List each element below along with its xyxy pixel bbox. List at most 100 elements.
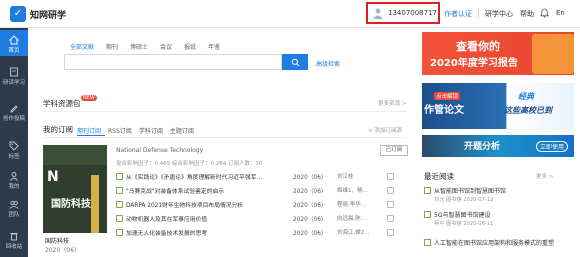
recent-meta: 刘元 图书馆 2020-07-12	[434, 197, 494, 203]
article-author: 程晓,李华...	[337, 202, 366, 208]
sidebar-item-study[interactable]: 研读学习	[0, 64, 28, 92]
document-icon	[116, 186, 123, 194]
logo-icon: ✓	[10, 6, 26, 22]
divider	[43, 111, 407, 112]
article-issue: 2020（06）	[293, 174, 327, 181]
document-icon	[116, 200, 123, 208]
sidebar-item-team[interactable]: 团队	[0, 196, 28, 220]
tab-yearbooks[interactable]: 年鉴	[208, 42, 220, 51]
bell-icon[interactable]	[540, 8, 549, 18]
help-link[interactable]: 帮助	[520, 9, 534, 19]
subscribed-button[interactable]: 已订阅	[380, 145, 408, 156]
sidebar-item-label: 首页	[8, 48, 20, 54]
recent-title[interactable]: 人工智能在图书馆应用架构和服务模式的重塑	[434, 238, 554, 247]
article-author: 刘海江,禅2...	[337, 230, 370, 236]
list-item[interactable]: 5G与智慧图书馆建设 柯平 图书馆 2020-06-11	[424, 210, 574, 227]
tab-journal-subscriptions[interactable]: 期刊订阅	[77, 126, 101, 135]
article-issue: 2020（06）	[293, 202, 327, 209]
home-icon	[9, 35, 19, 45]
journal-cover[interactable]: N 国防科技	[43, 145, 107, 233]
sidebar-item-label: 我的	[8, 184, 20, 190]
list-item[interactable]: 动物机器人及其在军事应用价值 2020（06） 向远晨,陈...	[116, 212, 408, 224]
unlock-tag: 点击解锁	[434, 92, 461, 100]
avatar-icon	[373, 8, 383, 19]
banner-subline: 2020年度学习报告	[430, 58, 518, 69]
document-icon	[116, 172, 123, 180]
sidebar-item-label: 标签	[8, 154, 20, 160]
download-icon[interactable]	[387, 186, 394, 194]
sidebar-item-mine[interactable]: 我的	[0, 168, 28, 192]
document-icon	[116, 214, 123, 222]
article-title[interactable]: "马赛克战"对装备体系试验鉴定的启示	[126, 186, 293, 195]
subscriptions-title: 我的订阅	[43, 125, 73, 134]
app-logo[interactable]: ✓ 知网研学	[10, 6, 66, 22]
sidebar-item-label: 研读学习	[2, 80, 25, 86]
user-icon	[10, 172, 18, 181]
list-item[interactable]: 从智能图书馆到智慧图书馆 刘元 图书馆 2020-07-12	[424, 186, 574, 203]
journal-english-name: National Defense Technology	[116, 147, 204, 154]
cover-letter: N	[47, 169, 59, 185]
article-issue: 2020（06）	[293, 188, 327, 195]
use-now-button[interactable]: 立即使用	[536, 141, 569, 152]
sidebar-item-label: 创作投稿	[2, 116, 25, 122]
tab-all-documents[interactable]: 全部文献	[70, 42, 94, 51]
article-title[interactable]: 加速无人化装备技术发展的思考	[126, 228, 293, 237]
promo-banner[interactable]: 点击解锁 作管论文 经典 这些高校已到	[422, 83, 574, 129]
tab-theses[interactable]: 博硕士	[130, 42, 148, 51]
advanced-search-link[interactable]: 高级检索	[316, 59, 340, 68]
list-item[interactable]: 从《实践论》《矛盾论》角度理解新时代习近平强军… 2020（06） 刘江桂	[116, 170, 408, 182]
recent-reading-title: 最近阅读	[424, 172, 454, 181]
tab-newspapers[interactable]: 报纸	[184, 42, 196, 51]
download-icon[interactable]	[387, 228, 394, 236]
language-switch[interactable]: En	[556, 9, 565, 17]
search-input[interactable]	[64, 54, 282, 70]
list-item[interactable]: "马赛克战"对装备体系试验鉴定的启示 2020（06） 姬维1，杨...	[116, 184, 408, 196]
more-resources-link[interactable]: 更多资源 >	[378, 99, 406, 107]
tab-conferences[interactable]: 会议	[160, 42, 172, 51]
pen-icon	[10, 105, 18, 113]
sidebar-item-home[interactable]: 首页	[0, 30, 28, 56]
topic-analysis-banner[interactable]: 开题分析 立即使用	[422, 135, 574, 157]
list-item[interactable]: 人工智能在图书馆应用架构和服务模式的重塑	[424, 238, 574, 247]
tab-rss-subscriptions[interactable]: RSS订阅	[108, 126, 132, 135]
journal-metrics: 复合影响因子：0.465 综合影响因子：0.284 订阅人数：30	[116, 161, 263, 167]
sidebar-item-tags[interactable]: 标签	[0, 138, 28, 162]
recent-more-link[interactable]: 更多 >	[536, 172, 553, 180]
tab-subject-subscriptions[interactable]: 学科订阅	[139, 126, 163, 135]
study-center-link[interactable]: 研学中心	[485, 9, 513, 19]
annual-report-banner[interactable]: 查看你的 2020年度学习报告	[422, 32, 574, 75]
journal-name[interactable]: 国防科技	[45, 236, 69, 245]
sidebar-item-create[interactable]: 创作投稿	[0, 100, 28, 128]
sidebar-item-label: 团队	[8, 212, 20, 218]
article-title[interactable]: 动物机器人及其在军事应用价值	[126, 214, 293, 223]
tab-topic-subscriptions[interactable]: 主题订阅	[170, 126, 194, 135]
sidebar-item-trash[interactable]: 回收站	[0, 228, 28, 254]
download-icon[interactable]	[387, 172, 394, 180]
list-item[interactable]: DARPA 2021财年生物科技项目布局情况分析 2020（06） 程晓,李华.…	[116, 198, 408, 210]
list-item[interactable]: 加速无人化装备技术发展的思考 2020（06） 刘海江,禅2...	[116, 226, 408, 238]
search-button[interactable]	[282, 54, 308, 70]
add-subscription-link[interactable]: + 添加订阅源	[368, 126, 402, 134]
user-account[interactable]: 13407008717	[366, 2, 440, 24]
document-icon	[424, 211, 431, 218]
cover-header	[43, 145, 107, 165]
article-title[interactable]: DARPA 2021财年生物科技项目布局情况分析	[126, 200, 293, 209]
search-type-tabs: 全部文献 期刊 博硕士 会议 报纸 年鉴	[70, 42, 220, 51]
download-icon[interactable]	[387, 200, 394, 208]
recent-title[interactable]: 从智能图书馆到智慧图书馆	[434, 186, 506, 195]
recent-title[interactable]: 5G与智慧图书馆建设	[434, 210, 490, 219]
banner-decoration	[532, 34, 574, 74]
article-author: 刘江桂	[337, 174, 354, 180]
tab-journals[interactable]: 期刊	[106, 42, 118, 51]
article-issue: 2020（06）	[293, 230, 327, 237]
team-icon	[9, 201, 19, 209]
app-name: 知网研学	[30, 10, 67, 21]
document-icon	[116, 228, 123, 236]
top-bar: ✓ 知网研学 13407008717 作者认证 研学中心 帮助 En	[0, 0, 580, 28]
author-certification-link[interactable]: 作者认证	[444, 9, 472, 19]
divider	[478, 9, 479, 18]
trash-icon	[10, 233, 18, 241]
left-sidebar: 首页 研读学习 创作投稿 标签 我的 团队 回收站	[0, 28, 28, 257]
article-title[interactable]: 从《实践论》《矛盾论》角度理解新时代习近平强军…	[126, 172, 293, 181]
download-icon[interactable]	[387, 214, 394, 222]
